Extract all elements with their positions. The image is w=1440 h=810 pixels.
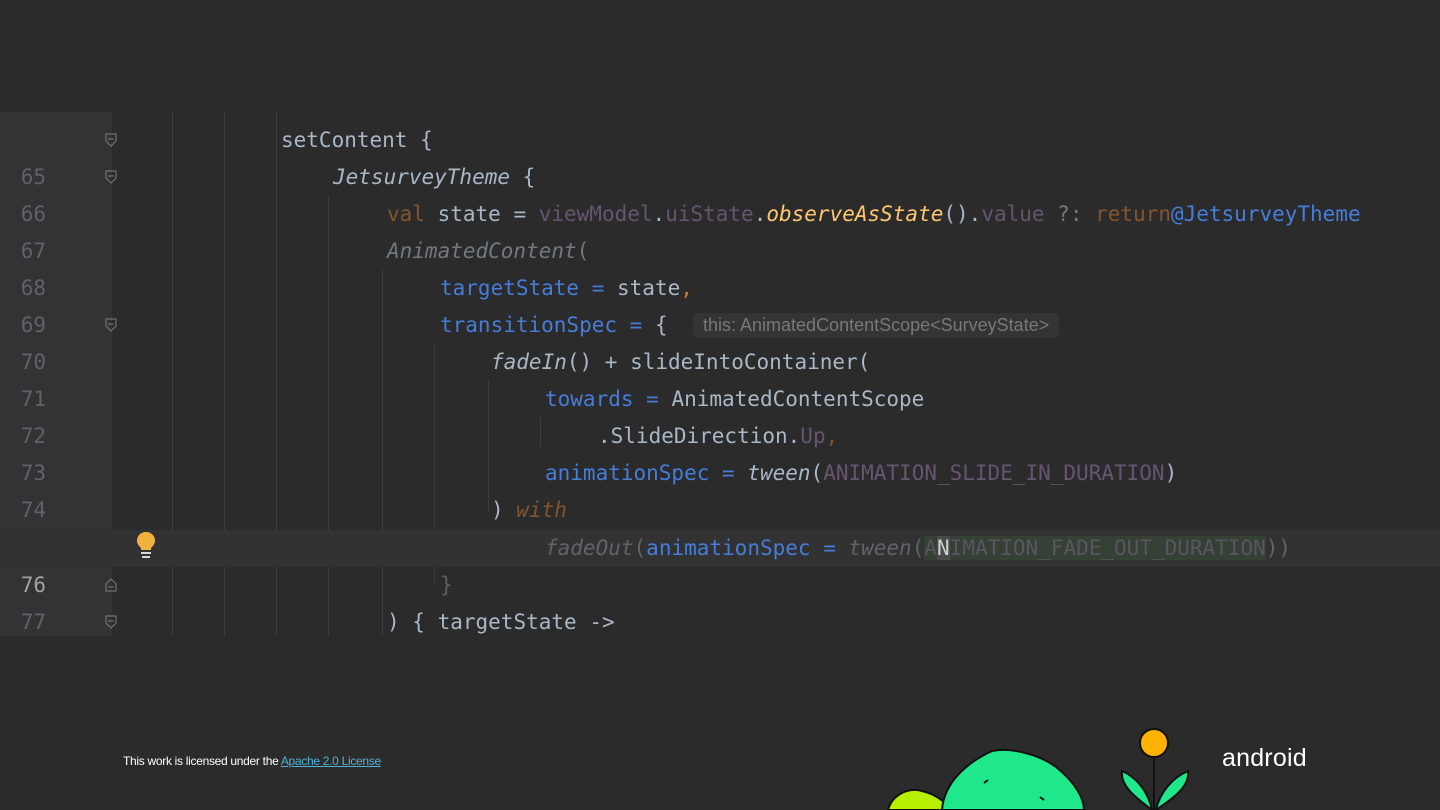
- code-line-75[interactable]: 75 ) with: [0, 492, 1440, 559]
- code-text: ) { targetState ->: [387, 610, 615, 634]
- fold-open-icon[interactable]: [105, 318, 117, 332]
- license-link[interactable]: Apache 2.0 License: [281, 754, 381, 768]
- lightbulb-icon[interactable]: [136, 531, 156, 559]
- code-text: ) with: [491, 498, 567, 522]
- code-text: towards = AnimatedContentScope: [545, 387, 925, 411]
- code-text: }: [440, 573, 453, 597]
- code-text: val state = viewModel.uiState.observeAsS…: [387, 202, 1361, 226]
- code-line-72[interactable]: 72 towards = AnimatedContentScope: [0, 381, 1440, 448]
- fold-open-icon[interactable]: [105, 133, 117, 147]
- code-line-69[interactable]: 69 targetState = state,: [0, 270, 1440, 337]
- fold-close-icon[interactable]: [105, 578, 117, 592]
- code-line-68[interactable]: 68 AnimatedContent(: [0, 233, 1440, 300]
- code-line-73[interactable]: 73 .SlideDirection.Up,: [0, 418, 1440, 485]
- code-line-70[interactable]: 70 transitionSpec = { this: AnimatedCont…: [0, 307, 1440, 374]
- code-text: .SlideDirection.Up,: [598, 424, 839, 448]
- code-line-77[interactable]: 77 }: [0, 567, 1440, 634]
- license-prefix: This work is licensed under the: [123, 754, 281, 768]
- code-line-78[interactable]: 78 ) { targetState ->: [0, 604, 1440, 636]
- code-editor[interactable]: 65 setContent { 66 JetsurveyTheme { 67 v…: [0, 112, 1440, 636]
- code-text: animationSpec = tween(ANIMATION_SLIDE_IN…: [545, 461, 1178, 485]
- code-line-66[interactable]: 66 JetsurveyTheme {: [0, 159, 1440, 226]
- license-notice: This work is licensed under the Apache 2…: [123, 754, 381, 768]
- code-text: setContent {: [281, 128, 433, 152]
- code-text: transitionSpec = {: [440, 313, 668, 337]
- code-line-67[interactable]: 67 val state = viewModel.uiState.observe…: [0, 196, 1440, 263]
- inlay-type-hint: this: AnimatedContentScope<SurveyState>: [693, 313, 1060, 338]
- code-text: JetsurveyTheme {: [333, 165, 536, 189]
- fold-open-icon[interactable]: [105, 615, 117, 629]
- android-wordmark: android: [1222, 744, 1307, 772]
- code-text: targetState = state,: [440, 276, 693, 300]
- text-caret: N: [937, 536, 950, 560]
- code-line-74[interactable]: 74 animationSpec = tween(ANIMATION_SLIDE…: [0, 455, 1440, 522]
- code-text: fadeIn() + slideIntoContainer(: [491, 350, 871, 374]
- plant-illustration: [886, 728, 1190, 810]
- code-text: AnimatedContent(: [387, 239, 590, 263]
- code-line-65[interactable]: 65 setContent {: [0, 122, 1440, 189]
- code-text: fadeOut(animationSpec = tween(ANIMATION_…: [545, 536, 1292, 560]
- code-line-71[interactable]: 71 fadeIn() + slideIntoContainer(: [0, 344, 1440, 411]
- code-line-76-current[interactable]: 76 fadeOut(animationSpec = tween(ANIMATI…: [0, 530, 1440, 597]
- fold-open-icon[interactable]: [105, 170, 117, 184]
